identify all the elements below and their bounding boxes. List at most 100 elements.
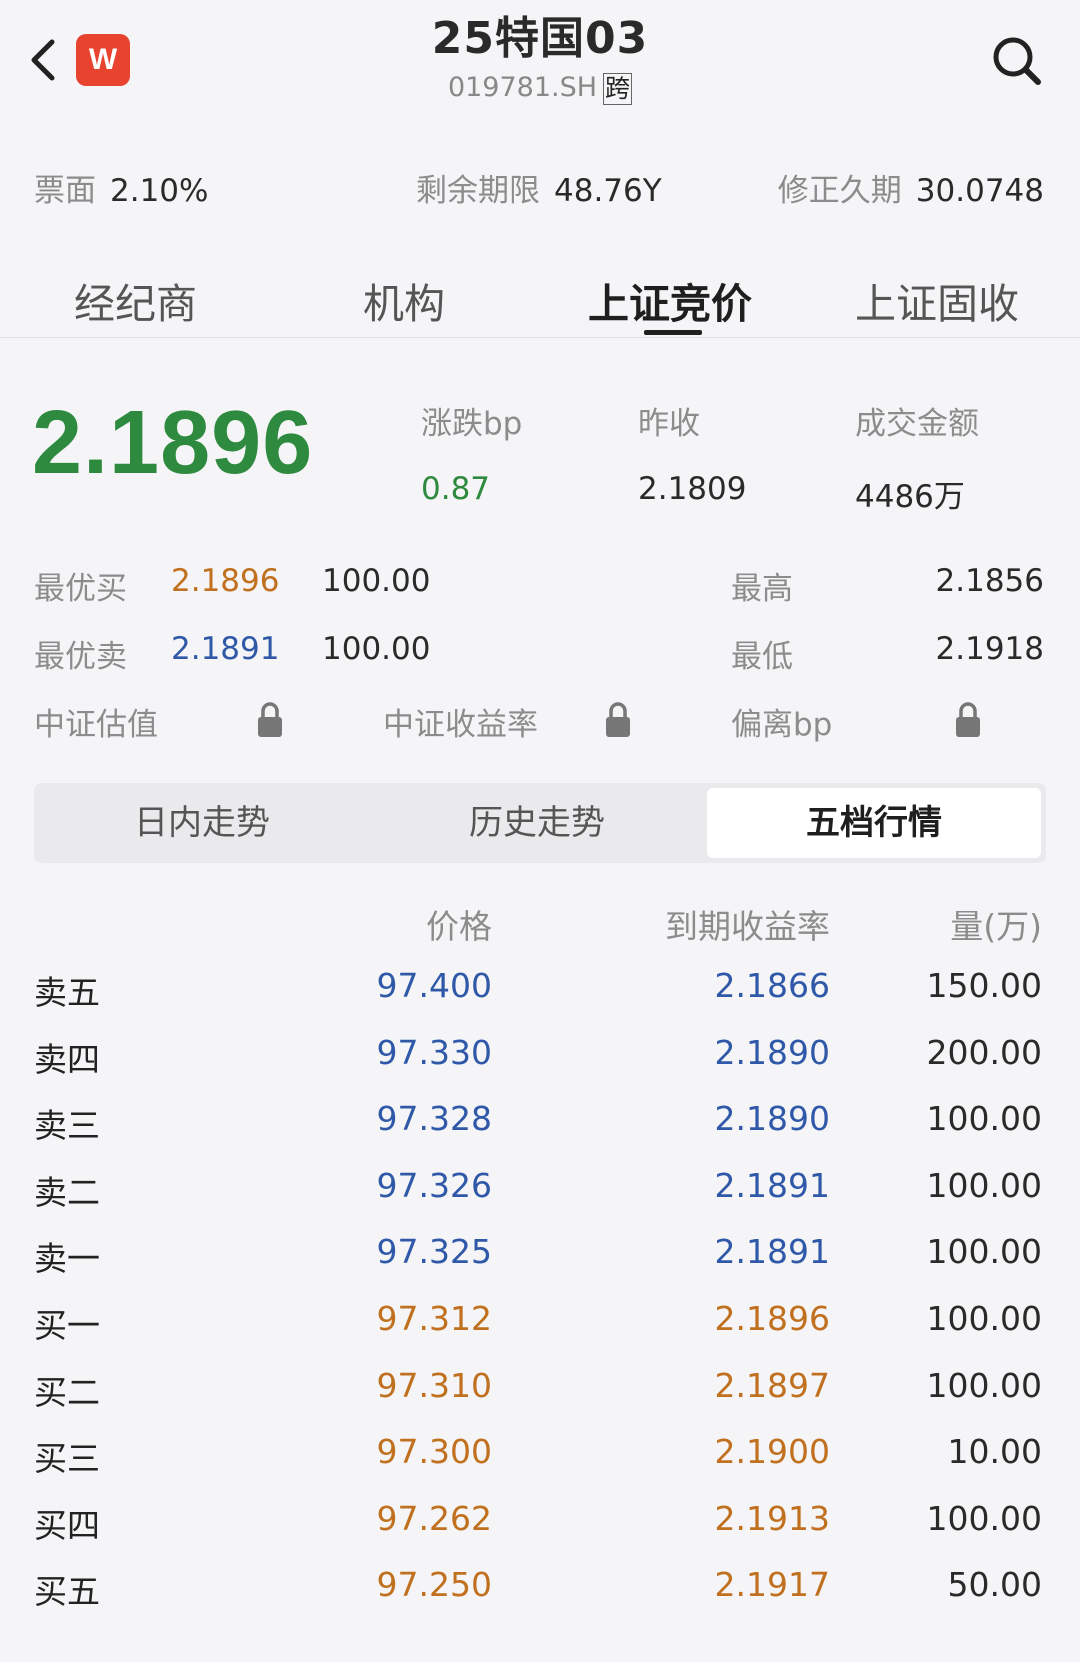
low-value: 2.1918	[935, 631, 1044, 667]
lock-icon[interactable]	[255, 701, 285, 739]
order-book-row[interactable]: 卖三 97.328 2.1890 100.00	[0, 1099, 1080, 1149]
order-book-row[interactable]: 卖二 97.326 2.1891 100.00	[0, 1166, 1080, 1216]
remaining-term-label: 剩余期限	[416, 173, 540, 209]
csi-valuation-label: 中证估值	[34, 707, 158, 743]
valuation-row: 中证估值 中证收益率 偏离bp	[0, 699, 1080, 743]
coupon-info: 票面 2.10%	[34, 165, 208, 210]
volume-cell: 150.00	[926, 966, 1042, 1005]
view-segmented-control: 日内走势 历史走势 五档行情	[34, 783, 1046, 863]
order-book-row[interactable]: 买一 97.312 2.1896 100.00	[0, 1299, 1080, 1349]
order-book-row[interactable]: 卖五 97.400 2.1866 150.00	[0, 966, 1080, 1016]
level-label: 买一	[34, 1306, 100, 1345]
prev-close-stat: 昨收 2.1809	[638, 398, 746, 507]
order-book-header: 价格 到期收益率 量(万)	[0, 900, 1080, 946]
best-ask-row: 最优卖 2.1891 100.00 最低 2.1918	[0, 631, 1080, 675]
price-cell: 97.250	[376, 1565, 492, 1604]
bond-quote-page: W 25特国03 019781.SH 跨 票面 2.10% 剩余期限 48.76Y 修…	[0, 0, 1080, 1662]
volume-column-header: 量(万)	[950, 907, 1042, 946]
level-label: 卖五	[34, 973, 100, 1012]
prev-close-value: 2.1809	[638, 471, 747, 507]
tab-sse-auction[interactable]: 上证竞价	[588, 270, 752, 330]
market-tabs: 经纪商 机构 上证竞价 上证固收	[0, 262, 1080, 338]
volume-cell: 200.00	[926, 1033, 1042, 1072]
market-tag: 跨	[603, 72, 633, 105]
best-ask-price: 2.1891	[171, 631, 280, 667]
price-cell: 97.300	[376, 1432, 492, 1471]
price-cell: 97.326	[376, 1166, 492, 1205]
tab-institution[interactable]: 机构	[363, 270, 445, 330]
remaining-term-value: 48.76Y	[554, 173, 662, 209]
remaining-term-info: 剩余期限 48.76Y	[416, 165, 662, 210]
best-bid-volume: 100.00	[322, 563, 431, 599]
order-book-row[interactable]: 卖一 97.325 2.1891 100.00	[0, 1232, 1080, 1282]
change-bp-label: 涨跌bp	[421, 406, 523, 442]
ytm-cell: 2.1890	[714, 1099, 830, 1138]
high-label: 最高	[731, 571, 793, 607]
turnover-value: 4486万	[855, 479, 965, 515]
order-book-row[interactable]: 卖四 97.330 2.1890 200.00	[0, 1033, 1080, 1083]
search-button[interactable]	[990, 34, 1044, 88]
ytm-cell: 2.1866	[714, 966, 830, 1005]
order-book-row[interactable]: 买四 97.262 2.1913 100.00	[0, 1499, 1080, 1549]
best-ask-volume: 100.00	[322, 631, 431, 667]
modified-duration-info: 修正久期 30.0748	[778, 165, 1044, 210]
high-value: 2.1856	[935, 563, 1044, 599]
price-column-header: 价格	[426, 907, 492, 946]
turnover-stat: 成交金额 4486万	[855, 398, 979, 516]
deviation-bp-label: 偏离bp	[731, 707, 833, 743]
prev-close-label: 昨收	[638, 406, 700, 442]
price-cell: 97.325	[376, 1232, 492, 1271]
price-cell: 97.330	[376, 1033, 492, 1072]
low-label: 最低	[731, 639, 793, 675]
coupon-value: 2.10%	[110, 173, 209, 209]
ytm-cell: 2.1897	[714, 1366, 830, 1405]
volume-cell: 100.00	[926, 1299, 1042, 1338]
csi-yield-label: 中证收益率	[383, 707, 538, 743]
ytm-cell: 2.1896	[714, 1299, 830, 1338]
price-cell: 97.312	[376, 1299, 492, 1338]
best-bid-price: 2.1896	[171, 563, 280, 599]
tab-broker[interactable]: 经纪商	[74, 270, 197, 330]
modified-duration-value: 30.0748	[915, 173, 1044, 209]
ytm-cell: 2.1917	[714, 1565, 830, 1604]
active-tab-indicator	[644, 330, 702, 335]
ytm-cell: 2.1891	[714, 1232, 830, 1271]
order-book-row[interactable]: 买三 97.300 2.1900 10.00	[0, 1432, 1080, 1482]
bond-code-text: 019781.SH	[447, 72, 598, 103]
segment-history-trend[interactable]: 历史走势	[374, 788, 700, 858]
last-yield: 2.1896	[32, 393, 314, 493]
order-book-row[interactable]: 买二 97.310 2.1897 100.00	[0, 1366, 1080, 1416]
lock-icon[interactable]	[603, 701, 633, 739]
level-label: 买五	[34, 1572, 100, 1611]
header: W 25特国03 019781.SH 跨	[0, 0, 1080, 130]
best-bid-label: 最优买	[34, 571, 127, 607]
ytm-cell: 2.1913	[714, 1499, 830, 1538]
volume-cell: 10.00	[947, 1432, 1042, 1471]
lock-icon[interactable]	[953, 701, 983, 739]
best-bid-row: 最优买 2.1896 100.00 最高 2.1856	[0, 563, 1080, 607]
price-cell: 97.310	[376, 1366, 492, 1405]
ytm-cell: 2.1900	[714, 1432, 830, 1471]
tab-sse-fixed-income[interactable]: 上证固收	[855, 270, 1019, 330]
coupon-label: 票面	[34, 173, 96, 209]
ytm-cell: 2.1890	[714, 1033, 830, 1072]
volume-cell: 100.00	[926, 1499, 1042, 1538]
volume-cell: 100.00	[926, 1166, 1042, 1205]
volume-cell: 100.00	[926, 1099, 1042, 1138]
price-cell: 97.262	[376, 1499, 492, 1538]
modified-duration-label: 修正久期	[777, 173, 902, 209]
change-bp-stat: 涨跌bp 0.87	[421, 398, 522, 507]
price-cell: 97.328	[376, 1099, 492, 1138]
page-title: 25特国03	[431, 13, 649, 64]
bond-info-row: 票面 2.10% 剩余期限 48.76Y 修正久期 30.0748	[0, 165, 1080, 209]
price-cell: 97.400	[376, 966, 492, 1005]
segment-five-level-quote[interactable]: 五档行情	[707, 788, 1041, 858]
order-book-row[interactable]: 买五 97.250 2.1917 50.00	[0, 1565, 1080, 1615]
ytm-column-header: 到期收益率	[665, 907, 830, 946]
level-label: 买二	[34, 1373, 100, 1412]
volume-cell: 100.00	[926, 1232, 1042, 1271]
volume-cell: 100.00	[926, 1366, 1042, 1405]
level-label: 卖二	[34, 1173, 100, 1212]
segment-intraday-trend[interactable]: 日内走势	[39, 788, 365, 858]
bond-code: 019781.SH 跨	[0, 72, 1080, 105]
